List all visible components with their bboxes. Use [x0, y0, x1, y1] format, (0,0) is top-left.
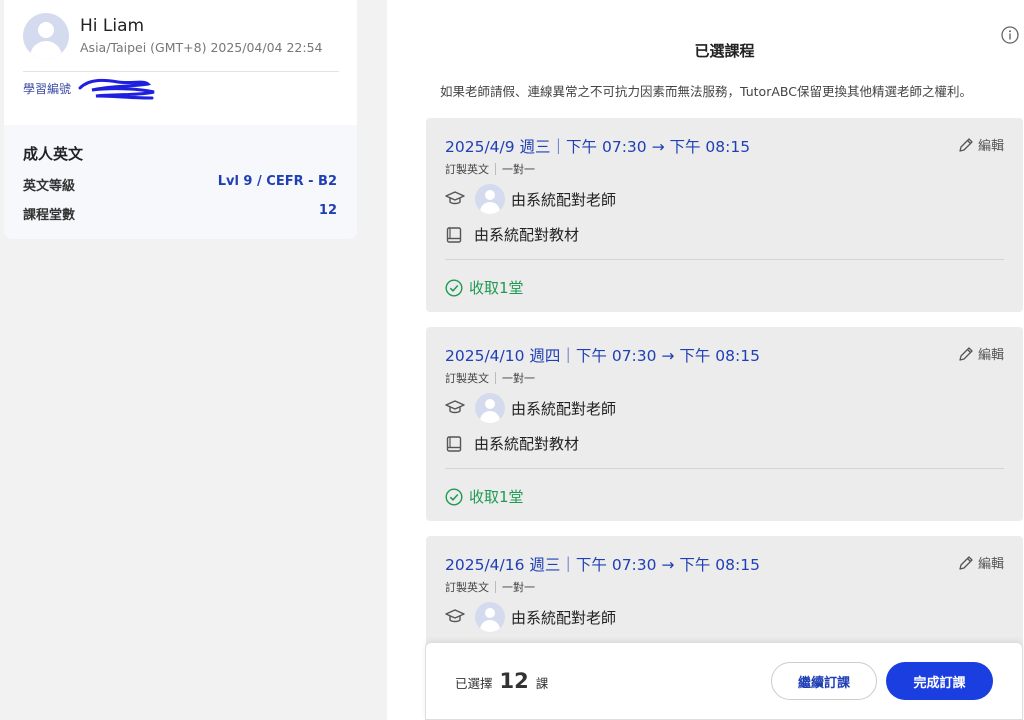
redaction-scribble	[78, 78, 155, 100]
check-circle-icon	[445, 487, 463, 506]
complete-booking-button[interactable]: 完成訂課	[886, 662, 993, 700]
tag-format: 一對一	[502, 372, 535, 385]
graduation-cap-icon	[445, 400, 465, 414]
material-name: 由系統配對教材	[474, 435, 580, 453]
left-panel: Hi Liam Asia/Taipei (GMT+8) 2025/04/04 2…	[0, 0, 387, 720]
collect-label: 收取1堂	[469, 279, 524, 297]
material-name: 由系統配對教材	[474, 226, 580, 244]
main-panel: 已選課程 如果老師請假、連線異常之不可抗力因素而無法服務，TutorABC保留更…	[387, 0, 1024, 720]
continue-booking-button[interactable]: 繼續訂課	[771, 662, 877, 700]
edit-button[interactable]: 編輯	[958, 553, 1004, 572]
lesson-datetime: 2025/4/16 週三｜下午 07:30 → 下午 08:15	[445, 556, 760, 574]
teacher-name: 由系統配對老師	[511, 608, 617, 627]
checkout-bar: 已選擇 12 課 繼續訂課 完成訂課	[425, 642, 1023, 720]
course-title: 成人英文	[23, 145, 84, 163]
learning-id-label: 學習編號	[23, 82, 72, 96]
selected-count: 12	[499, 669, 529, 693]
level-value: Lvl 9 / CEFR - B2	[217, 174, 337, 189]
lesson-card: 2025/4/10 週四｜下午 07:30 → 下午 08:15 編輯 訂製英文…	[426, 327, 1023, 521]
edit-label: 編輯	[977, 557, 1004, 572]
collect-label: 收取1堂	[469, 488, 524, 506]
collect-status: 收取1堂	[445, 486, 524, 507]
course-summary-card: 成人英文 英文等級 Lvl 9 / CEFR - B2 課程堂數 12	[4, 125, 357, 239]
selected-prefix: 已選擇	[455, 676, 493, 691]
profile-card: Hi Liam Asia/Taipei (GMT+8) 2025/04/04 2…	[4, 0, 357, 125]
graduation-cap-icon	[445, 191, 465, 205]
notice-text: 如果老師請假、連線異常之不可抗力因素而無法服務，TutorABC保留更換其他精選…	[440, 84, 972, 99]
level-label: 英文等級	[23, 179, 76, 194]
edit-button[interactable]: 編輯	[958, 344, 1004, 363]
book-icon	[446, 435, 462, 452]
lesson-count-label: 課程堂數	[23, 208, 76, 223]
teacher-row: 由系統配對老師	[445, 184, 616, 214]
pencil-icon	[959, 137, 973, 152]
teacher-avatar	[475, 602, 505, 632]
timezone-datetime: Asia/Taipei (GMT+8) 2025/04/04 22:54	[80, 40, 323, 55]
graduation-cap-icon	[445, 609, 465, 623]
lesson-card: 2025/4/9 週三｜下午 07:30 → 下午 08:15 編輯 訂製英文 …	[426, 118, 1023, 312]
material-row: 由系統配對教材	[445, 433, 579, 454]
tag-format: 一對一	[502, 581, 535, 594]
selected-summary: 已選擇 12 課	[455, 669, 548, 693]
edit-label: 編輯	[977, 139, 1004, 154]
lesson-tags: 訂製英文 一對一	[445, 161, 535, 177]
tag-format: 一對一	[502, 163, 535, 176]
page-title: 已選課程	[694, 42, 755, 60]
lesson-tags: 訂製英文 一對一	[445, 579, 535, 595]
teacher-name: 由系統配對老師	[511, 399, 617, 418]
lesson-count-value: 12	[318, 203, 337, 218]
lesson-datetime: 2025/4/10 週四｜下午 07:30 → 下午 08:15	[445, 347, 760, 365]
selected-unit: 課	[535, 676, 549, 691]
divider	[23, 71, 339, 72]
book-icon	[446, 226, 462, 243]
tag-course-type: 訂製英文	[445, 581, 489, 594]
edit-button[interactable]: 編輯	[958, 135, 1004, 154]
teacher-name: 由系統配對老師	[511, 190, 617, 209]
divider	[445, 259, 1004, 260]
divider	[445, 468, 1004, 469]
greeting: Hi Liam	[80, 16, 145, 36]
teacher-avatar	[475, 393, 505, 423]
edit-label: 編輯	[977, 348, 1004, 363]
check-circle-icon	[445, 278, 463, 297]
tag-course-type: 訂製英文	[445, 163, 489, 176]
user-avatar	[23, 13, 69, 59]
lesson-tags: 訂製英文 一對一	[445, 370, 535, 386]
tag-course-type: 訂製英文	[445, 372, 489, 385]
material-row: 由系統配對教材	[445, 224, 579, 245]
teacher-row: 由系統配對老師	[445, 602, 616, 632]
teacher-row: 由系統配對老師	[445, 393, 616, 423]
teacher-avatar	[475, 184, 505, 214]
pencil-icon	[959, 555, 973, 570]
pencil-icon	[959, 346, 973, 361]
collect-status: 收取1堂	[445, 277, 524, 298]
lesson-datetime: 2025/4/9 週三｜下午 07:30 → 下午 08:15	[445, 138, 751, 156]
